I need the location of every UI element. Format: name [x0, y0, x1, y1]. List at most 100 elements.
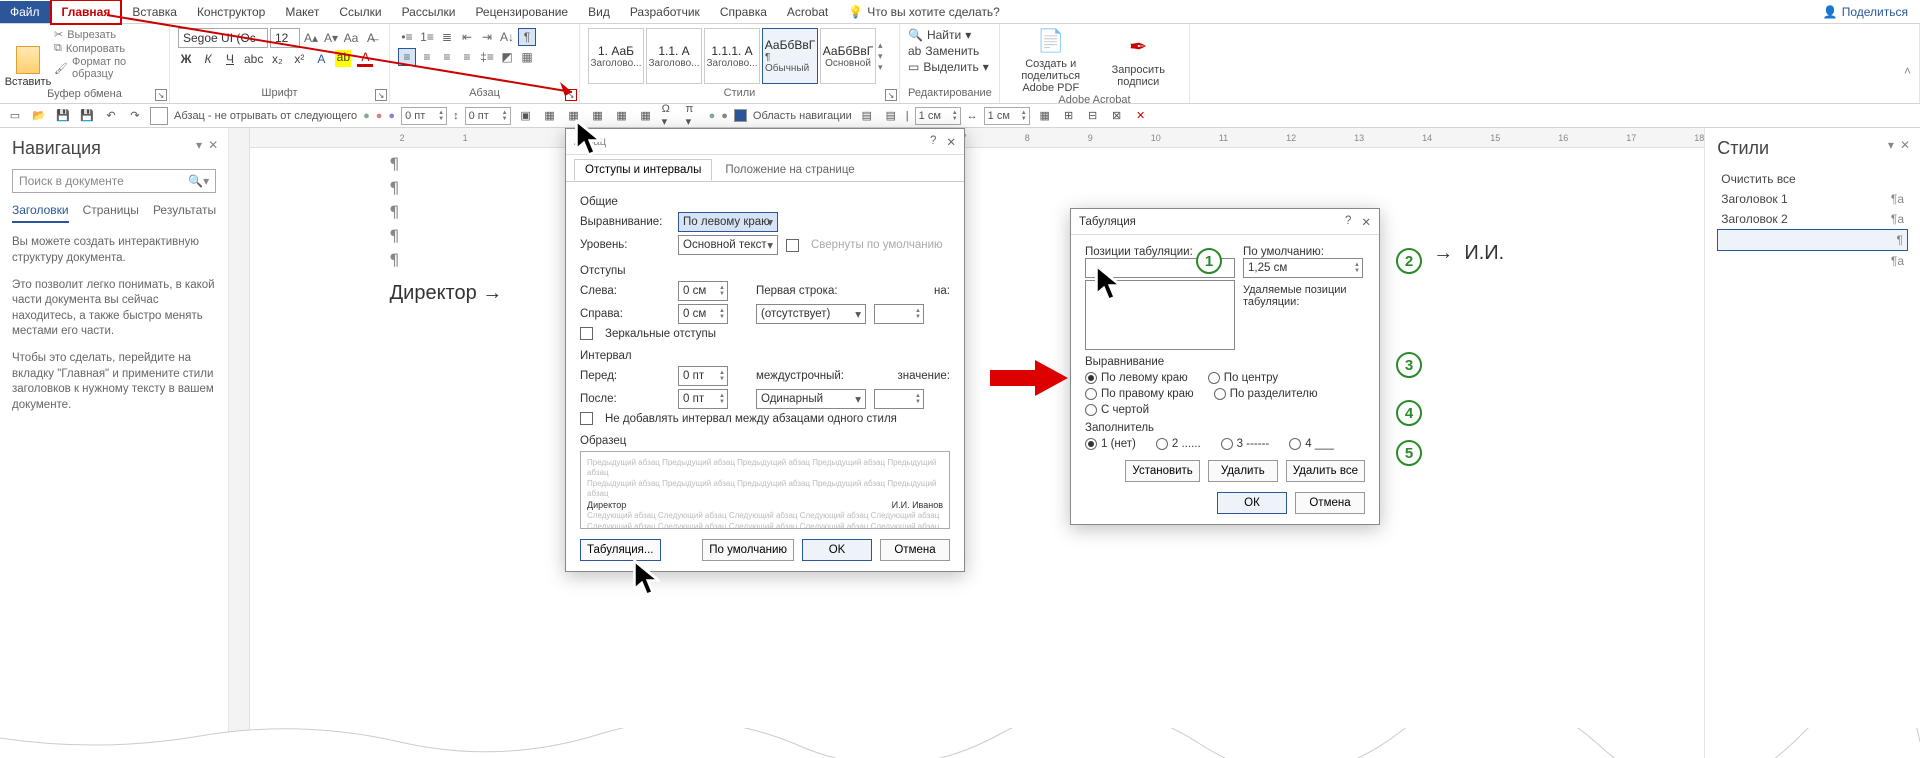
paragraph-launcher[interactable]: ↘	[565, 89, 577, 101]
tab-review[interactable]: Рецензирование	[465, 1, 578, 23]
bold-icon[interactable]: Ж	[178, 52, 194, 66]
select-button[interactable]: ▭ Выделить ▾	[908, 60, 991, 74]
shading-icon[interactable]: ◩	[498, 48, 516, 66]
font-launcher[interactable]: ↘	[375, 89, 387, 101]
styles-launcher[interactable]: ↘	[885, 89, 897, 101]
tab-design[interactable]: Конструктор	[187, 1, 275, 23]
style-row[interactable]: Очистить все	[1717, 169, 1908, 189]
dec-indent-icon[interactable]: ⇤	[458, 28, 476, 46]
underline-icon[interactable]: Ч	[222, 52, 238, 66]
align-right-icon[interactable]: ≡	[438, 48, 456, 66]
qa-redo-icon[interactable]: ↷	[126, 107, 144, 125]
tabs-button[interactable]: Табуляция...	[580, 539, 661, 561]
spacing-after-input[interactable]: 0 пт	[465, 107, 511, 125]
numbering-icon[interactable]: 1≡	[418, 28, 436, 46]
tab-developer[interactable]: Разработчик	[620, 1, 710, 23]
default-tab-spin[interactable]: 1,25 см	[1243, 258, 1363, 278]
indent-left-spin[interactable]: 0 см	[678, 281, 728, 301]
copy-button[interactable]: ⧉ Копировать	[54, 42, 161, 55]
close-icon[interactable]: ✕	[946, 135, 956, 149]
firstline-spin[interactable]	[874, 304, 924, 324]
text-effects-icon[interactable]: A	[313, 52, 329, 66]
close-icon[interactable]: ✕	[1361, 215, 1371, 229]
space-after-spin[interactable]: 0 пт	[678, 389, 728, 409]
indent-right-input[interactable]: 1 см	[984, 107, 1030, 125]
tab-mailings[interactable]: Рассылки	[392, 1, 466, 23]
font-name[interactable]: Segoe UI (Ос	[178, 28, 268, 48]
level-combo[interactable]: Основной текст	[678, 235, 778, 255]
style-heading2[interactable]: 1.1. АЗаголово...	[646, 28, 702, 84]
defaults-button[interactable]: По умолчанию	[702, 539, 794, 561]
nospace-checkbox[interactable]	[580, 412, 593, 425]
cut-button[interactable]: ✂ Вырезать	[54, 28, 161, 41]
tab-file[interactable]: Файл	[0, 1, 50, 23]
linespacing-combo[interactable]: Одинарный	[756, 389, 866, 409]
qa-save-icon[interactable]: 💾	[54, 107, 72, 125]
style-row-selected[interactable]: ¶	[1717, 229, 1908, 251]
space-before-spin[interactable]: 0 пт	[678, 366, 728, 386]
paste-button[interactable]: Вставить	[8, 28, 48, 88]
align-left-icon[interactable]: ≡	[398, 48, 416, 66]
sort-icon[interactable]: A↓	[498, 28, 516, 46]
nav-tab-results[interactable]: Результаты	[153, 203, 216, 223]
search-icon[interactable]: 🔍▾	[188, 174, 209, 188]
font-size[interactable]: 12	[270, 28, 300, 48]
collapse-ribbon-icon[interactable]: ˄	[1904, 64, 1911, 78]
tab-layout[interactable]: Макет	[275, 1, 329, 23]
find-button[interactable]: 🔍 Найти ▾	[908, 28, 991, 42]
qa-open-icon[interactable]: 📂	[30, 107, 48, 125]
qa-undo-icon[interactable]: ↶	[102, 107, 120, 125]
cancel-button[interactable]: Отмена	[880, 539, 950, 561]
tab-ok-button[interactable]: ОК	[1217, 492, 1287, 514]
leader-3-radio[interactable]: 3 ------	[1221, 438, 1270, 450]
mirror-checkbox[interactable]	[580, 327, 593, 340]
line-spacing-icon[interactable]: ‡≡	[478, 48, 496, 66]
align-justify-icon[interactable]: ≡	[458, 48, 476, 66]
style-body[interactable]: АаБбВвГОсновной	[820, 28, 876, 84]
multilevel-icon[interactable]: ≣	[438, 28, 456, 46]
align-center-icon[interactable]: ≡	[418, 48, 436, 66]
indent-right-spin[interactable]: 0 см	[678, 304, 728, 324]
style-normal[interactable]: АаБбВвГ¶ Обычный	[762, 28, 818, 84]
style-row[interactable]: ¶a	[1717, 251, 1908, 271]
clearall-button[interactable]: Удалить все	[1286, 460, 1365, 482]
tab-view[interactable]: Вид	[578, 1, 620, 23]
para-keep-checkbox[interactable]	[150, 107, 168, 125]
tab-acrobat[interactable]: Acrobat	[777, 1, 838, 23]
subscript-icon[interactable]: x₂	[269, 52, 285, 66]
font-color-icon[interactable]: A	[357, 50, 373, 67]
style-row[interactable]: Заголовок 2¶a	[1717, 209, 1908, 229]
leader-1-radio[interactable]: 1 (нет)	[1085, 438, 1136, 450]
bullets-icon[interactable]: •≡	[398, 28, 416, 46]
qa-page-icon[interactable]: ▣	[517, 107, 535, 125]
firstline-combo[interactable]: (отсутствует)	[756, 304, 866, 324]
help-icon[interactable]: ?	[1345, 215, 1351, 229]
grow-font-icon[interactable]: A▴	[302, 29, 320, 47]
borders-icon[interactable]: ▦	[518, 48, 536, 66]
tab-home[interactable]: Главная	[50, 0, 123, 25]
tab-position[interactable]: Положение на странице	[714, 159, 865, 181]
linespacing-spin[interactable]	[874, 389, 924, 409]
pilcrow-icon[interactable]: ¶	[518, 28, 536, 46]
nav-close-icon[interactable]: ✕	[208, 138, 218, 152]
highlight-icon[interactable]: ab	[335, 50, 351, 67]
clipboard-launcher[interactable]: ↘	[155, 89, 167, 101]
qa-new-icon[interactable]: ▭	[6, 107, 24, 125]
align-decimal-radio[interactable]: По разделителю	[1214, 388, 1318, 400]
format-painter-button[interactable]: 🖌 Формат по образцу	[54, 56, 161, 80]
styles-menu-icon[interactable]: ▾	[1888, 138, 1894, 152]
strike-icon[interactable]: abc	[244, 52, 263, 66]
change-case-icon[interactable]: Aa	[342, 29, 360, 47]
tab-help[interactable]: Справка	[710, 1, 777, 23]
set-button[interactable]: Установить	[1125, 460, 1199, 482]
align-center-radio[interactable]: По центру	[1208, 372, 1278, 384]
superscript-icon[interactable]: x²	[291, 52, 307, 66]
style-row[interactable]: Заголовок 1¶a	[1717, 189, 1908, 209]
leader-2-radio[interactable]: 2 ......	[1156, 438, 1201, 450]
adobe-share-button[interactable]: 📄Создать и поделиться Adobe PDF	[1008, 28, 1094, 94]
align-right-radio[interactable]: По правому краю	[1085, 388, 1194, 400]
document-area[interactable]: 21 123 456 789 101112 131415 161718 ¶ ¶ …	[250, 128, 1705, 758]
tab-references[interactable]: Ссылки	[329, 1, 391, 23]
align-bar-radio[interactable]: С чертой	[1085, 404, 1149, 416]
replace-button[interactable]: ab Заменить	[908, 44, 991, 58]
